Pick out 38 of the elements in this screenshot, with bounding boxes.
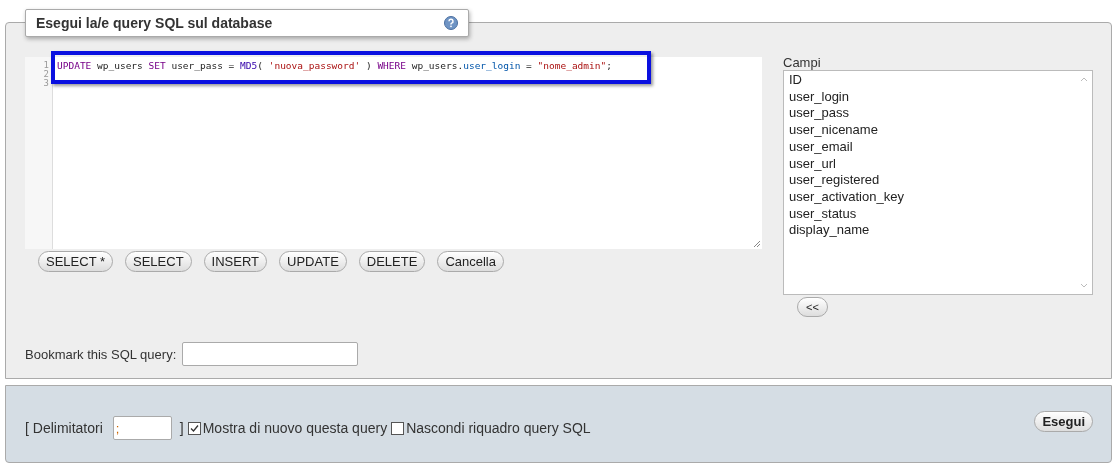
field-item[interactable]: user_activation_key [789,188,904,206]
field-item[interactable]: user_status [789,205,904,223]
field-item[interactable]: ID [789,72,904,89]
check-icon [188,422,200,434]
delimiter-label: [ Delimitatori [25,420,103,436]
bookmark-field[interactable] [182,342,359,366]
scroll-up-icon[interactable] [1080,76,1088,82]
option-checkbox[interactable]: Nascondi riquadro query SQL [391,420,591,436]
execute-button[interactable]: Esegui [1034,410,1093,432]
resize-grip-icon[interactable] [753,240,760,247]
field-item[interactable]: user_url [789,155,904,173]
sql-editor[interactable]: 1 2 3 UPDATE wp_users SET user_pass = MD5( 'nuova_password' ) WHERE wp_users.user_login = "nome_admin"; [25,57,762,249]
panel-title: Esegui la/e query SQL sul database [36,15,273,31]
field-item[interactable]: user_pass [789,105,904,123]
field-item[interactable]: user_nicename [789,122,904,139]
line-number: 1 [43,61,49,70]
option-checkbox[interactable]: Mostra di nuovo questa query [187,420,388,436]
fields-label: Campi [783,55,821,70]
line-number: 3 [43,79,49,88]
code-line: UPDATE wp_users SET user_pass = MD5( 'nuova_password' ) WHERE wp_users.user_login = "nome_admin"; [57,60,612,72]
field-item[interactable]: display_name [789,222,904,240]
query-button[interactable]: SELECT * [38,251,113,272]
query-button[interactable]: Cancella [437,251,504,272]
line-number: 2 [43,70,49,79]
query-button[interactable]: UPDATE [279,251,347,272]
help-icon[interactable] [444,16,458,30]
bookmark-label: Bookmark this SQL query: [25,346,177,362]
delimiter-field[interactable]: ; [112,416,172,440]
field-item[interactable]: user_email [789,138,904,156]
field-item[interactable]: user_registered [789,172,904,189]
bracket-text: ] [179,420,184,436]
field-item[interactable]: user_login [789,88,904,106]
query-button[interactable]: DELETE [358,251,426,272]
query-button[interactable]: SELECT [125,251,192,272]
fields-list[interactable]: ID user_login user_pass user_nicename user_email user_url user_registered user_activation_key user_status display_name [783,70,1093,295]
scroll-down-icon[interactable] [1080,283,1088,289]
query-button[interactable]: INSERT [203,251,268,272]
insert-field-button[interactable]: << [797,297,828,317]
